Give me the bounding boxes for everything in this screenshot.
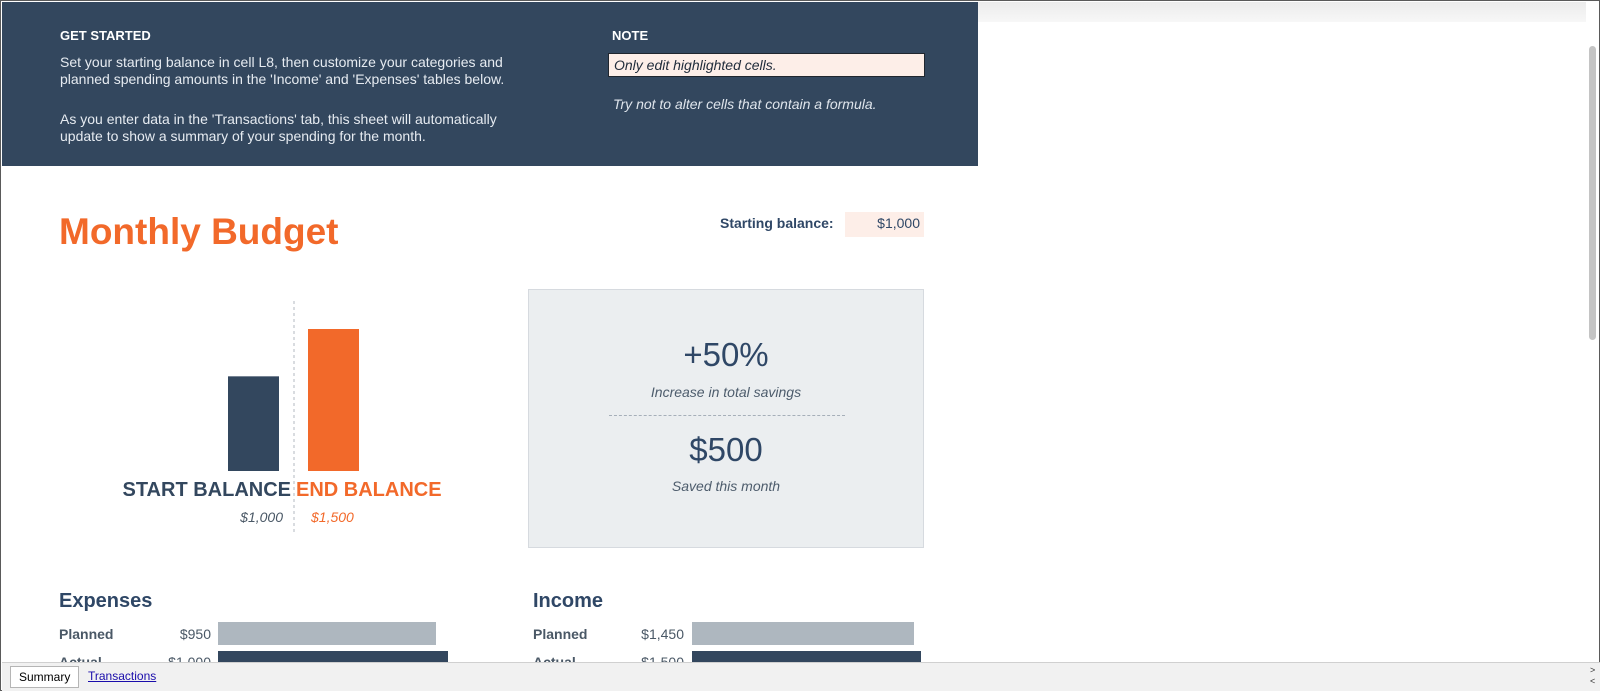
expenses-planned-value: $950 <box>179 626 211 642</box>
income-planned-bar <box>692 622 914 645</box>
balance-chart: START BALANCE END BALANCE $1,000 $1,500 <box>101 301 501 541</box>
savings-card: +50% Increase in total savings $500 Save… <box>528 289 924 548</box>
note-hint: Try not to alter cells that contain a fo… <box>613 96 877 112</box>
expenses-planned-label: Planned <box>59 626 114 642</box>
end-balance-label: END BALANCE <box>296 479 442 501</box>
savings-percent-caption: Increase in total savings <box>650 384 802 400</box>
starting-balance-input[interactable]: $1,000 <box>845 212 924 237</box>
income-planned-label: Planned <box>533 626 588 642</box>
start-balance-value: $1,000 <box>240 509 283 525</box>
expenses-title: Expenses <box>59 590 153 612</box>
note-highlighted-cell[interactable]: Only edit highlighted cells. <box>608 53 925 77</box>
card-divider <box>609 415 845 416</box>
bar-end-balance <box>308 329 359 471</box>
get-started-text-2: As you enter data in the 'Transactions' … <box>60 111 497 144</box>
sheet-header-strip <box>978 2 1586 22</box>
get-started-title: GET STARTED <box>60 28 151 43</box>
get-started-banner: GET STARTED Set your starting balance in… <box>2 2 978 166</box>
starting-balance-label: Starting balance: <box>720 215 834 231</box>
spreadsheet-frame: GET STARTED Set your starting balance in… <box>0 0 1600 691</box>
income-planned-value: $1,450 <box>641 626 684 642</box>
tab-summary[interactable]: Summary <box>10 666 80 688</box>
saved-amount: $500 <box>689 431 763 468</box>
tab-transactions[interactable]: Transactions <box>88 669 156 683</box>
tab-scroll-arrows[interactable]: > < <box>1590 665 1595 687</box>
balance-chart-svg <box>228 301 359 533</box>
savings-percent: +50% <box>683 336 769 373</box>
bar-start-balance <box>228 376 279 471</box>
get-started-text-1: Set your starting balance in cell L8, th… <box>60 54 505 87</box>
page-title: Monthly Budget <box>59 211 339 252</box>
vertical-scrollbar[interactable] <box>1589 46 1596 340</box>
saved-amount-caption: Saved this month <box>671 478 781 494</box>
income-title: Income <box>533 590 604 612</box>
note-title: NOTE <box>612 28 649 43</box>
sheet-tab-bar: Summary Transactions > < <box>2 662 1600 691</box>
end-balance-value: $1,500 <box>311 509 354 525</box>
expenses-planned-bar <box>218 622 436 645</box>
start-balance-label: START BALANCE <box>122 479 291 501</box>
